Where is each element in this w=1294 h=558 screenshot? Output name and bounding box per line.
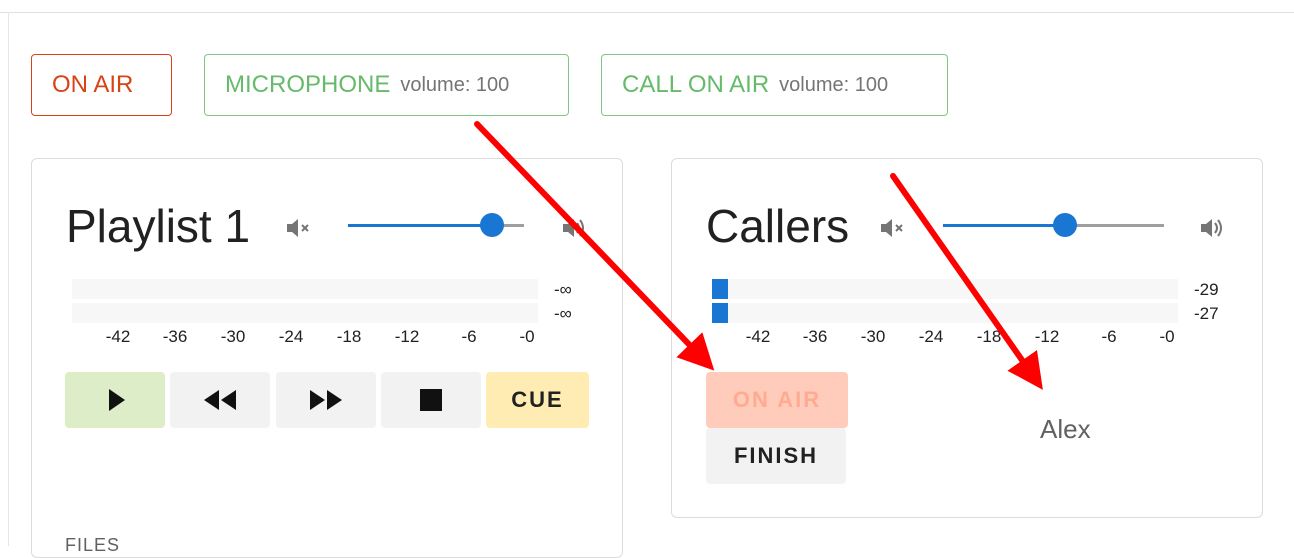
callers-card: Callers -29 -27 -42 -36 -30 -24 -18 -12 … <box>671 158 1263 518</box>
play-icon <box>109 389 125 411</box>
caller-name[interactable]: Alex <box>1040 414 1091 445</box>
scale-label: -6 <box>1101 327 1117 346</box>
scale-label: -36 <box>802 327 828 346</box>
playlist-db-scale: -42 -36 -30 -24 -18 -12 -6 -0 <box>72 327 538 349</box>
callers-volume-thumb[interactable] <box>1052 213 1077 237</box>
scale-label: -12 <box>1034 327 1060 346</box>
scale-label: -24 <box>918 327 944 346</box>
play-button[interactable] <box>65 372 165 428</box>
volume-icon[interactable] <box>560 214 588 242</box>
callers-meter-left-value: -29 <box>1194 280 1219 299</box>
left-divider <box>8 12 9 546</box>
fast-forward-button[interactable] <box>276 372 376 428</box>
top-divider <box>0 12 1294 13</box>
call-on-air-button[interactable]: CALL ON AIR volume: 100 <box>601 54 948 116</box>
playlist-meter-left-value: -∞ <box>554 280 572 299</box>
microphone-label: MICROPHONE <box>225 71 391 98</box>
callers-db-scale: -42 -36 -30 -24 -18 -12 -6 -0 <box>712 327 1178 349</box>
mute-icon[interactable] <box>878 214 906 242</box>
stop-button[interactable] <box>381 372 481 428</box>
microphone-button[interactable]: MICROPHONE volume: 100 <box>204 54 569 116</box>
playlist-meter-right-value: -∞ <box>554 304 572 323</box>
playlist-volume-slider[interactable] <box>348 213 524 237</box>
scale-label: -24 <box>278 327 304 346</box>
callers-title: Callers <box>706 200 850 252</box>
finish-call-button[interactable]: FINISH <box>706 428 846 484</box>
scale-label: -12 <box>394 327 420 346</box>
scale-label: -6 <box>461 327 477 346</box>
scale-label: -0 <box>1159 327 1175 346</box>
callers-meter-right-value: -27 <box>1194 304 1219 323</box>
scale-label: -18 <box>976 327 1002 346</box>
playlist-volume-thumb[interactable] <box>480 213 505 237</box>
stop-icon <box>420 389 442 411</box>
call-on-air-label: CALL ON AIR <box>622 71 770 98</box>
callers-meter-left <box>712 279 1178 299</box>
call-on-air-volume: volume: 100 <box>779 73 889 96</box>
scale-label: -18 <box>336 327 362 346</box>
scale-label: -30 <box>220 327 246 346</box>
on-air-button[interactable]: ON AIR <box>31 54 172 116</box>
callers-volume-slider[interactable] <box>943 213 1164 237</box>
scale-label: -0 <box>519 327 535 346</box>
playlist-card: Playlist 1 -∞ -∞ -42 -36 -30 -24 -18 -12… <box>31 158 623 558</box>
on-air-label: ON AIR <box>52 71 134 98</box>
volume-icon[interactable] <box>1198 214 1226 242</box>
scale-label: -42 <box>105 327 131 346</box>
scale-label: -30 <box>860 327 886 346</box>
playlist-meter-right <box>72 303 538 323</box>
fast-forward-icon <box>310 390 342 410</box>
playlist-meter-left <box>72 279 538 299</box>
rewind-icon <box>204 390 236 410</box>
caller-on-air-button[interactable]: ON AIR <box>706 372 848 428</box>
callers-meter-right <box>712 303 1178 323</box>
cue-button[interactable]: CUE <box>486 372 589 428</box>
rewind-button[interactable] <box>170 372 270 428</box>
playlist-title: Playlist 1 <box>66 200 251 252</box>
scale-label: -36 <box>162 327 188 346</box>
microphone-volume: volume: 100 <box>400 73 510 96</box>
scale-label: -42 <box>745 327 771 346</box>
mute-icon[interactable] <box>284 214 312 242</box>
